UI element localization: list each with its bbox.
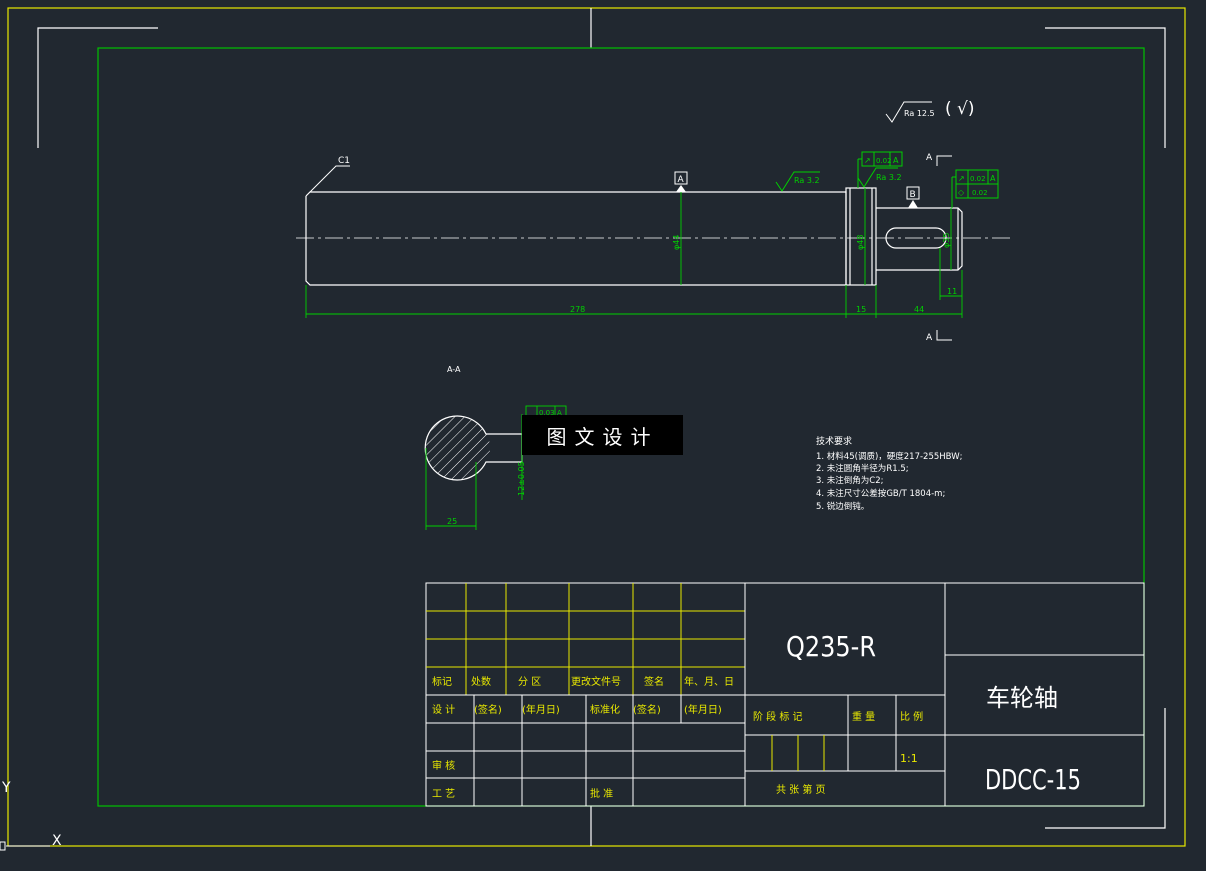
chamfer-label: C1	[338, 156, 350, 166]
section-arrow-bottom	[936, 330, 952, 341]
roughness-label-a: Ra 3.2	[794, 176, 820, 185]
gdt-2-symbol: ↗	[958, 174, 965, 183]
general-roughness-label: Ra 12.5	[904, 109, 935, 118]
datum-b-label: B	[910, 190, 916, 200]
tb-design-sign: (签名)	[474, 703, 502, 716]
gdt-2-datum: A	[990, 174, 996, 183]
tb-header-sign: 签名	[644, 675, 664, 688]
tb-part-name: 车轮轴	[986, 684, 1058, 712]
dim-section-key: 12±0.05	[517, 461, 526, 496]
general-roughness-paren: ( √)	[945, 99, 975, 119]
section-marker-top: A	[926, 153, 933, 163]
tech-req-line-3: 3. 未注倒角为C2;	[816, 475, 884, 486]
gdt-1-datum: A	[893, 156, 899, 165]
tb-scale-value: 1:1	[900, 752, 918, 765]
dim-main-length: 278	[570, 305, 585, 314]
tb-weight: 重 量	[852, 710, 875, 723]
gdt-3-symbol: ◇	[958, 188, 965, 197]
gdt-3-value: 0.02	[972, 189, 988, 197]
dim-section-width: 25	[447, 517, 457, 526]
tech-req-line-5: 5. 锐边倒钝。	[816, 501, 869, 512]
tb-header-date: 年、月、日	[684, 675, 734, 688]
tb-stage: 阶 段 标 记	[753, 710, 803, 723]
section-arrow-top	[936, 155, 952, 166]
watermark-banner: 图文设计	[522, 415, 683, 455]
section-title: A-A	[447, 365, 461, 374]
datum-b-triangle	[908, 200, 918, 208]
dim-collar: 15	[856, 305, 866, 314]
gdt-1-symbol: ↗	[864, 156, 871, 165]
datum-a-label: A	[678, 175, 685, 185]
tech-requirements: 技术要求 1. 材料45(调质)，硬度217-255HBW; 2. 未注圆角半径…	[816, 435, 962, 512]
tb-material: Q235-R	[786, 630, 876, 663]
dim-dia-end: φ35	[942, 233, 951, 248]
gdt-2-value: 0.02	[970, 175, 986, 183]
dim-end: 44	[914, 305, 924, 314]
section-marker-bottom: A	[926, 333, 933, 343]
datum-a-triangle	[676, 185, 686, 192]
ucs-y-label: Y	[1, 780, 11, 796]
tb-standard: 标准化	[590, 703, 620, 716]
tech-req-title: 技术要求	[816, 435, 852, 447]
gdt-1-value: 0.02	[876, 157, 892, 165]
tb-approve: 批 准	[590, 787, 613, 800]
chamfer-leader	[309, 165, 350, 193]
tb-design: 设 计	[432, 703, 455, 716]
tb-standard-date: (年月日)	[684, 703, 722, 716]
dim-dia-collar: φ48	[856, 235, 865, 250]
tb-sheets: 共 张 第 页	[776, 783, 826, 796]
tb-standard-sign: (签名)	[633, 703, 661, 716]
tb-header-count: 处数	[471, 675, 491, 688]
ucs-x-label: X	[52, 833, 62, 849]
tb-review: 审 核	[432, 759, 455, 772]
tech-req-line-4: 4. 未注尺寸公差按GB/T 1804-m;	[816, 488, 945, 499]
tb-header-mark: 标记	[432, 676, 452, 688]
tech-req-line-2: 2. 未注圆角半径为R1.5;	[816, 463, 909, 474]
dim-keyway: 11	[947, 287, 957, 296]
tb-header-docno: 更改文件号	[571, 675, 621, 688]
tb-design-date: (年月日)	[522, 703, 560, 716]
tb-drawing-no: DDCC-15	[985, 763, 1081, 796]
tb-header-zone: 分 区	[518, 676, 541, 688]
tb-scale: 比 例	[900, 710, 923, 723]
roughness-label-b: Ra 3.2	[876, 173, 902, 182]
dim-dia-main: φ44	[672, 235, 681, 250]
dimension-lines	[305, 188, 963, 318]
tech-req-line-1: 1. 材料45(调质)，硬度217-255HBW;	[816, 451, 962, 462]
tb-process: 工 艺	[432, 788, 455, 800]
